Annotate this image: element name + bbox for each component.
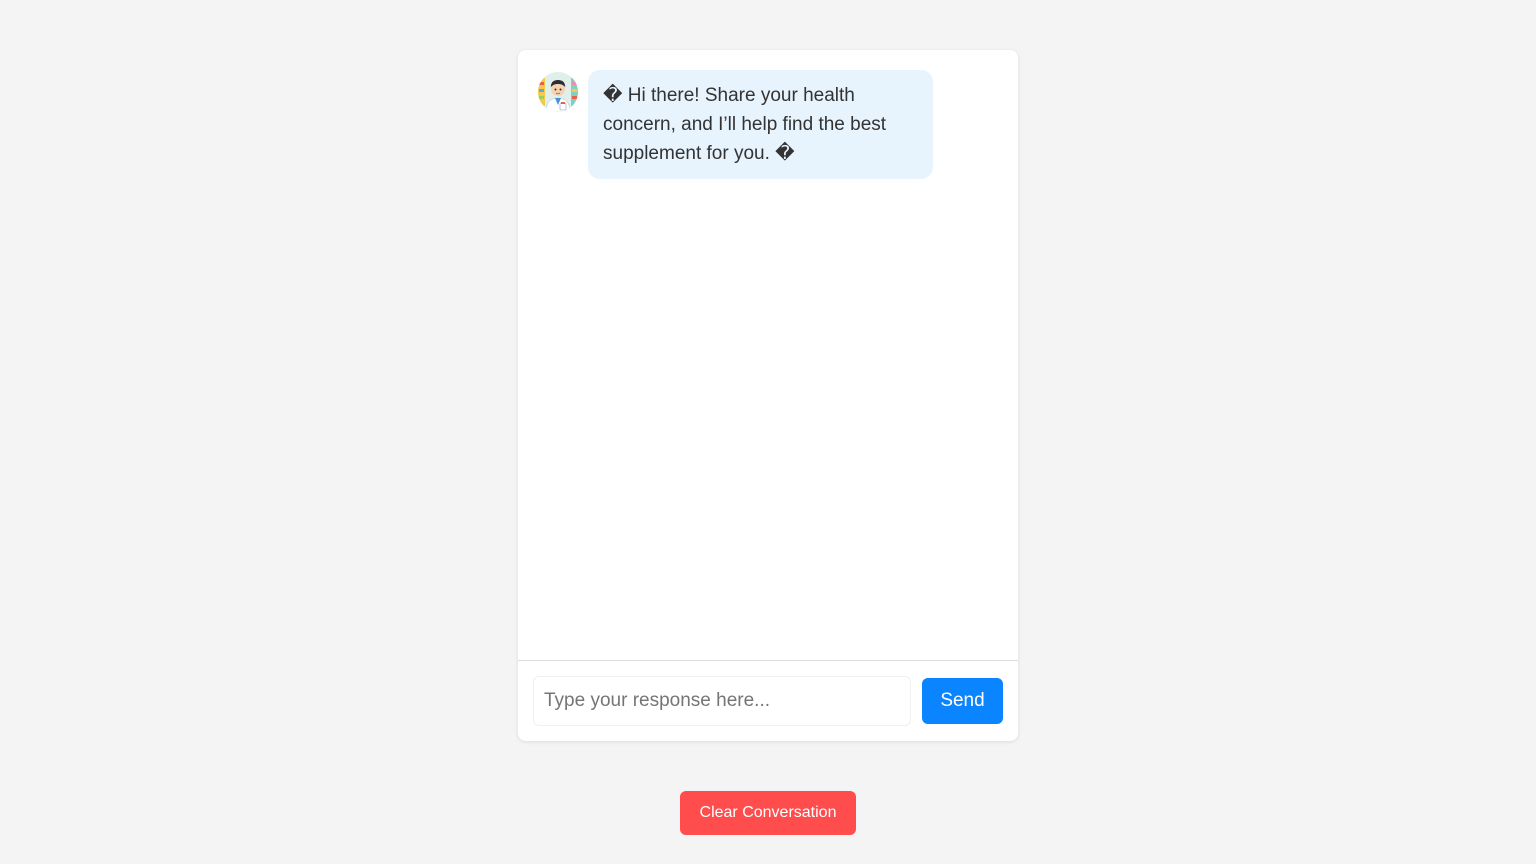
chat-container: � Hi there! Share your health concern, a…: [518, 50, 1018, 741]
response-input[interactable]: [533, 676, 911, 726]
message-list[interactable]: � Hi there! Share your health concern, a…: [518, 50, 1018, 660]
send-button[interactable]: Send: [922, 678, 1003, 724]
bot-message: � Hi there! Share your health concern, a…: [538, 70, 933, 179]
bot-message-text: � Hi there! Share your health concern, a…: [588, 70, 933, 179]
pharmacist-avatar-icon: [538, 72, 578, 112]
clear-conversation-button[interactable]: Clear Conversation: [680, 791, 856, 835]
input-bar: Send: [518, 660, 1018, 741]
